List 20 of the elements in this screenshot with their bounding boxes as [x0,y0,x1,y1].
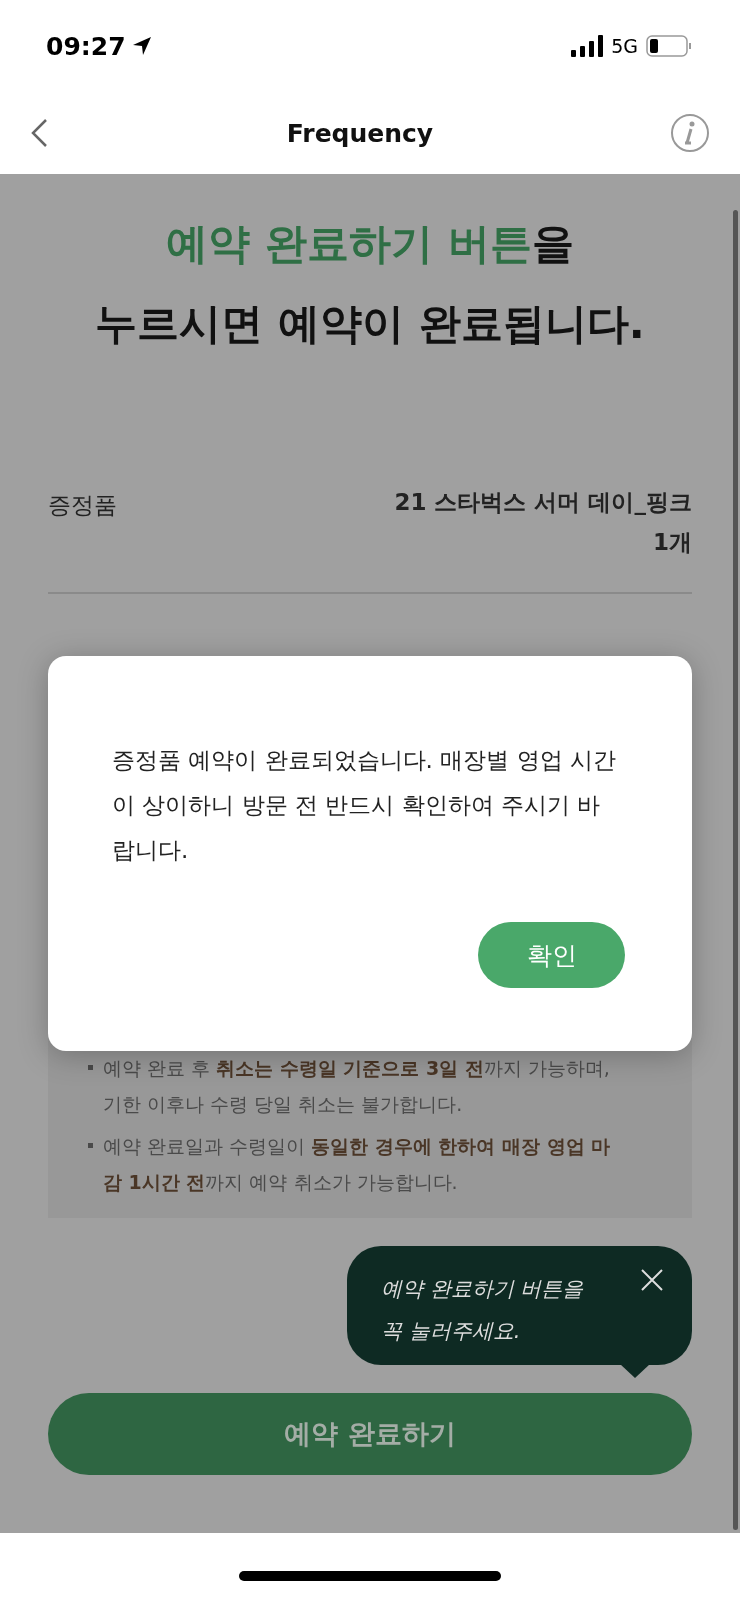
tooltip-text: 예약 완료하기 버튼을 꼭 눌러주세요. [381,1277,584,1343]
back-icon[interactable] [30,118,50,148]
network-label: 5G [611,35,638,57]
headline: 예약 완료하기 버튼을 누르시면 예약이 완료됩니다. [94,218,646,350]
info-icon[interactable] [670,113,710,153]
bullet-icon [88,1065,93,1070]
battery-icon [646,35,692,57]
complete-reservation-button[interactable]: 예약 완료하기 [48,1393,692,1475]
confirm-button[interactable]: 확인 [478,922,625,988]
close-icon[interactable] [640,1268,664,1292]
nav-title: Frequency [286,118,434,148]
note-text: 예약 완료일과 수령일이 동일한 경우에 한하여 매장 영업 마감 1시간 전까지 예약 취소가 가능합니다. [103,1134,612,1195]
location-icon [131,36,152,56]
status-time: 09:27 [46,31,126,61]
signal-icon [571,35,604,57]
bullet-icon [88,1143,93,1148]
dialog-message: 증정품 예약이 완료되었습니다. 매장별 영업 시간이 상이하니 방문 전 반드시 확인하여 주시기 바랍니다. [112,746,617,865]
note-text: 예약 완료 후 취소는 수령일 기준으로 3일 전까지 가능하며, 기한 이후나 수령 당일 취소는 불가합니다. [103,1056,611,1117]
detail-value: 21 스타벅스 서머 데이_핑크 1개 [394,488,692,557]
detail-label: 증정품 [48,491,117,520]
